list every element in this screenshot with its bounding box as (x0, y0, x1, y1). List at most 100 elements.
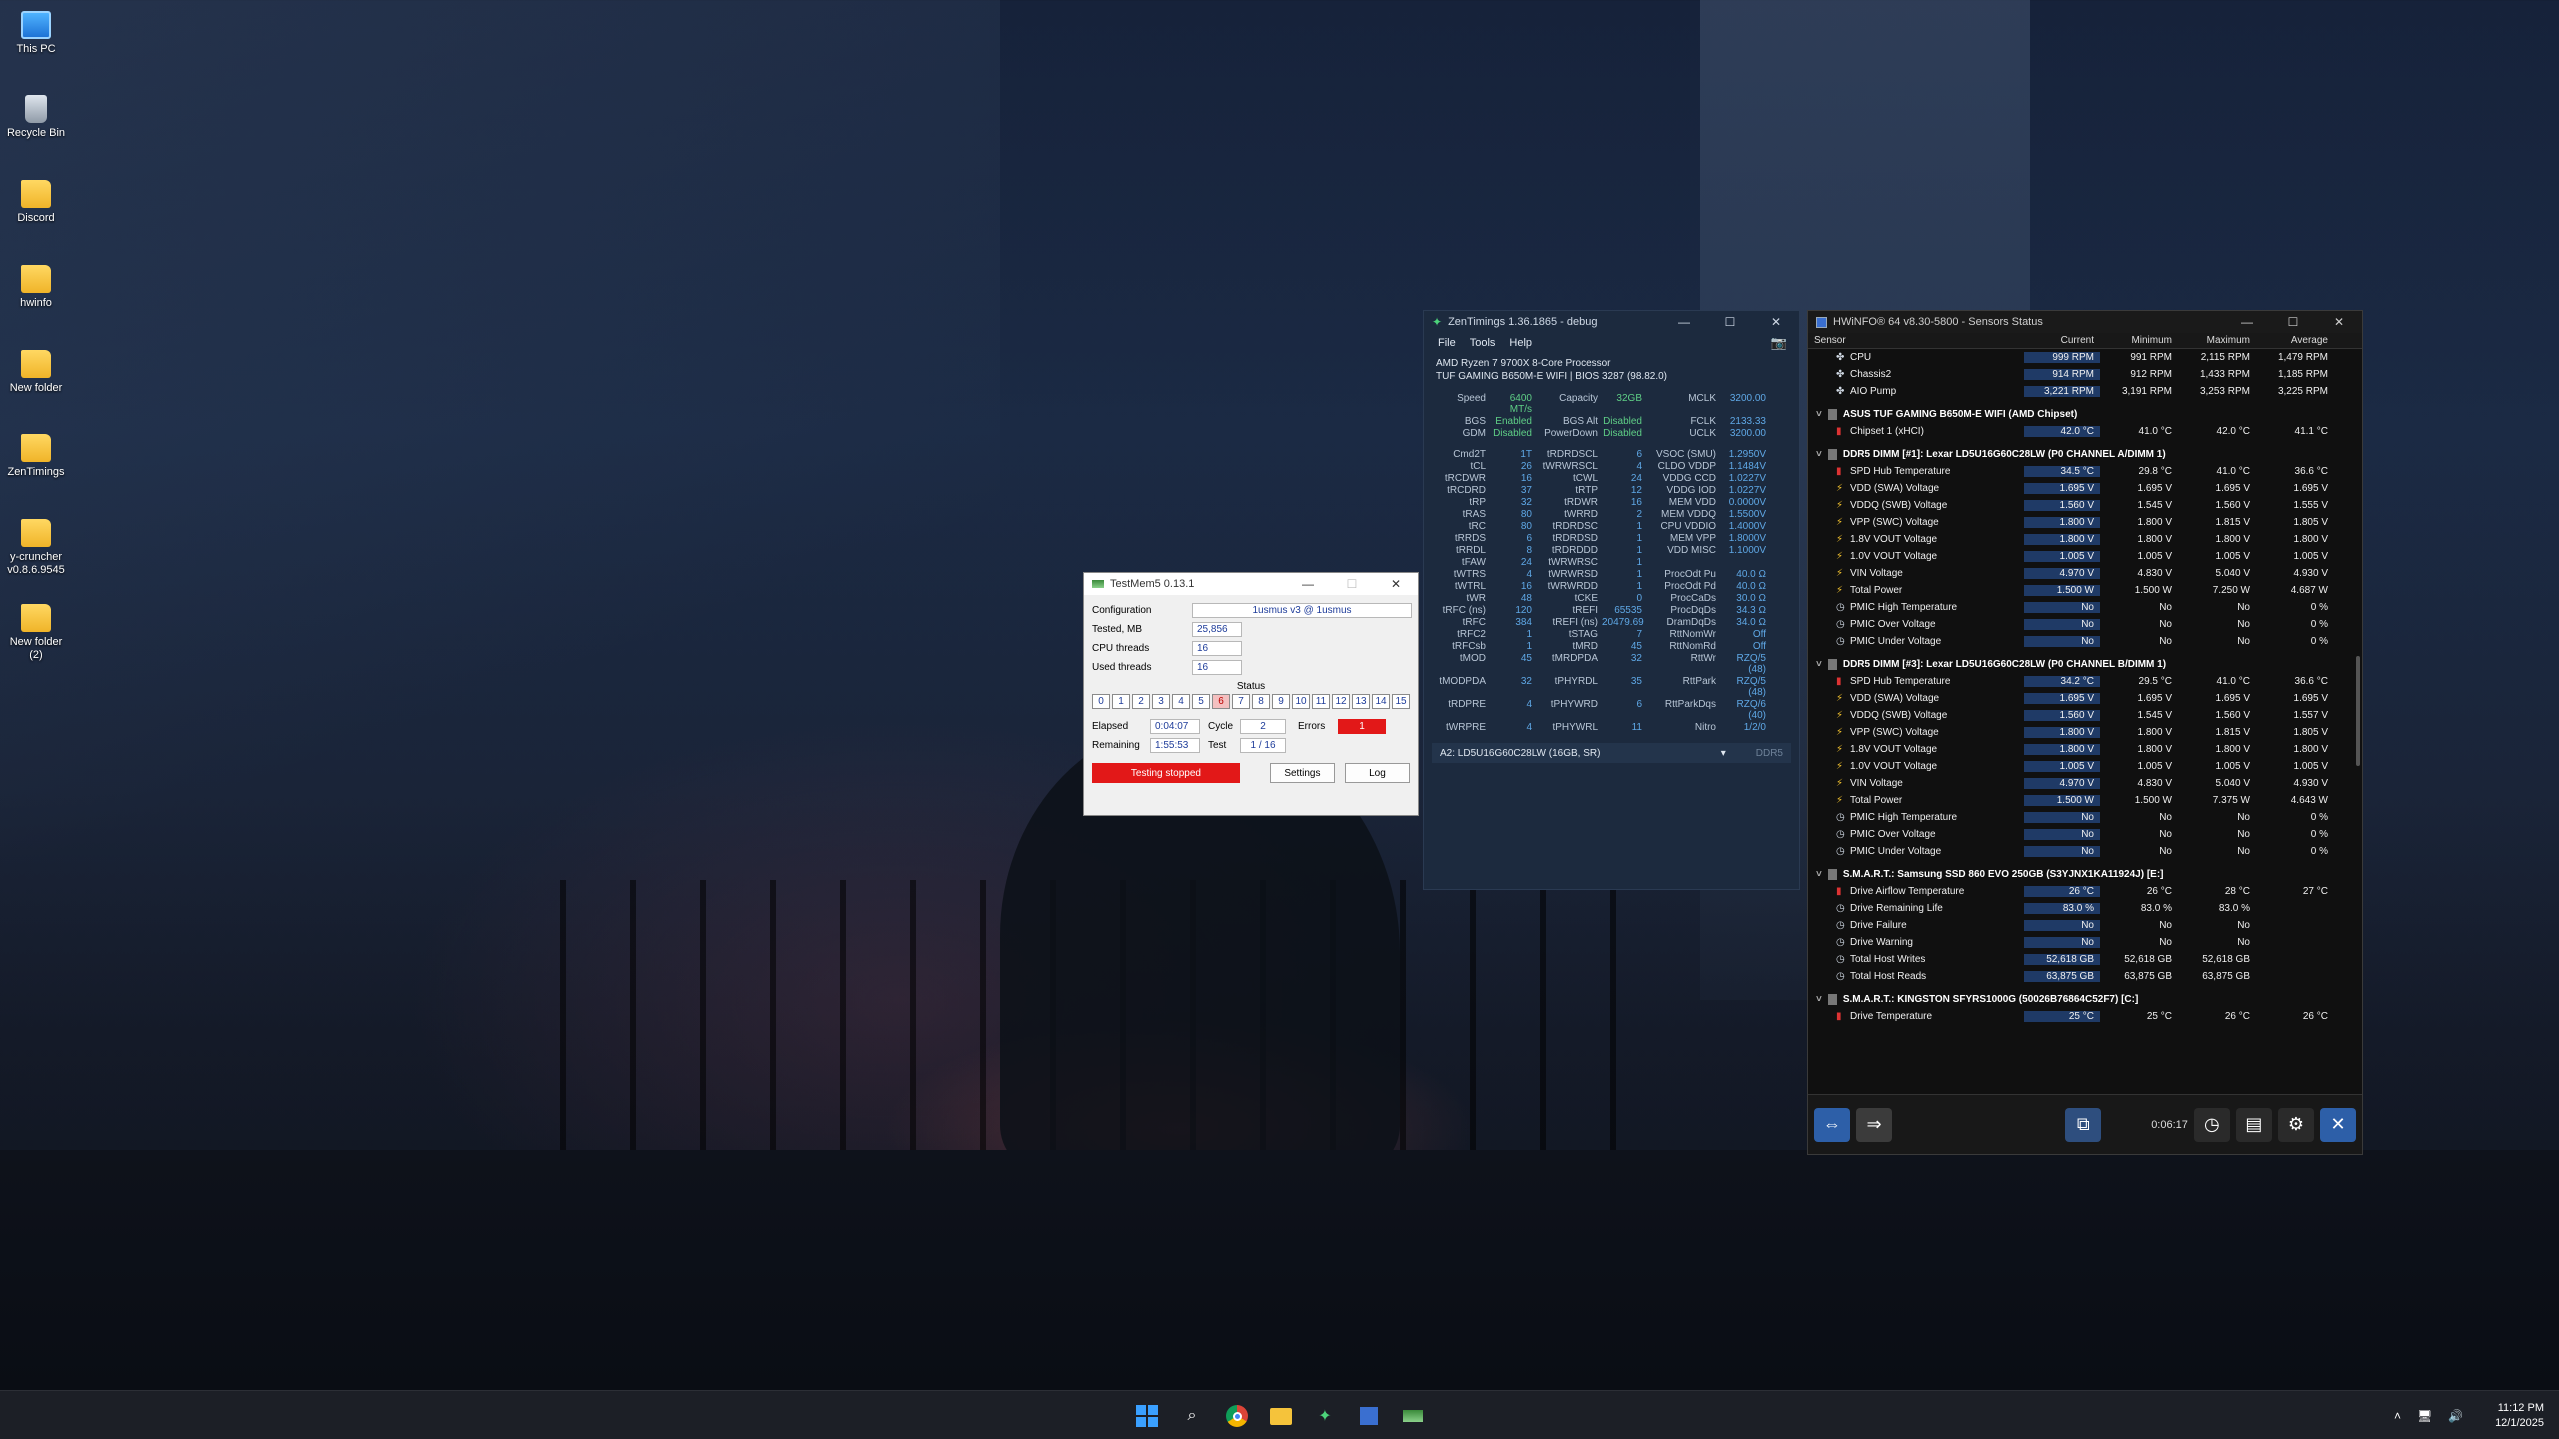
search-icon[interactable]: ⌕ (1177, 1401, 1207, 1431)
report-icon[interactable]: ▤ (2235, 1107, 2272, 1142)
desktop-icon[interactable]: Recycle Bin (4, 95, 68, 140)
desktop-icon[interactable]: y-cruncher v0.8.6.9545 (4, 519, 68, 577)
sensor-row[interactable]: ⚡ VIN Voltage 4.970 V 4.830 V 5.040 V 4.930 V (1808, 775, 2362, 792)
column-sensor[interactable]: Sensor (1808, 335, 2024, 346)
sensor-row[interactable]: ▮ Chipset 1 (xHCI) 42.0 °C 41.0 °C 42.0 °C 41… (1808, 423, 2362, 440)
sensor-row[interactable]: ⚡ VDDQ (SWB) Voltage 1.560 V 1.545 V 1.560 V… (1808, 497, 2362, 514)
sensor-row[interactable]: ◷ PMIC Under Voltage No No No 0 % (1808, 633, 2362, 650)
sensor-row[interactable]: ▮ SPD Hub Temperature 34.5 °C 29.8 °C 41.0 °… (1808, 463, 2362, 480)
sensor-row[interactable]: ◷ Drive Warning No No No (1808, 934, 2362, 951)
sensor-cur: 1.560 V (2024, 710, 2100, 721)
sensor-row[interactable]: ⚡ VIN Voltage 4.970 V 4.830 V 5.040 V 4.930 V (1808, 565, 2362, 582)
maximize-button[interactable]: ☐ (2270, 311, 2316, 333)
sensor-row[interactable]: ◷ Total Host Reads 63,875 GB 63,875 GB 63,87… (1808, 968, 2362, 985)
sensor-row[interactable]: ✤ CPU 999 RPM 991 RPM 2,115 RPM 1,479 RPM (1808, 349, 2362, 366)
sensor-row[interactable]: ⚡ 1.8V VOUT Voltage 1.800 V 1.800 V 1.800 V 1… (1808, 741, 2362, 758)
zentimings-titlebar[interactable]: ✦ ZenTimings 1.36.1865 - debug — ☐ ✕ (1424, 311, 1799, 333)
sensor-row[interactable]: ▮ Drive Temperature 25 °C 25 °C 26 °C 26 °C (1808, 1008, 2362, 1025)
minimize-button[interactable]: — (1661, 311, 1707, 333)
close-x-icon[interactable]: ✕ (2319, 1107, 2357, 1142)
chevron-down-icon[interactable]: ˅ (1816, 659, 1822, 670)
menu-file[interactable]: File (1438, 337, 1456, 349)
chevron-down-icon[interactable]: ˅ (1816, 449, 1822, 460)
sensor-row[interactable]: ▮ Drive Airflow Temperature 26 °C 26 °C 28 °… (1808, 883, 2362, 900)
maximize-button[interactable]: ☐ (1707, 311, 1753, 333)
sensor-row[interactable]: ◷ PMIC High Temperature No No No 0 % (1808, 809, 2362, 826)
sensor-row[interactable]: ⚡ VPP (SWC) Voltage 1.800 V 1.800 V 1.815 V 1… (1808, 514, 2362, 531)
chevron-down-icon[interactable]: ˅ (1816, 409, 1822, 420)
volume-icon[interactable]: 🔊 (2448, 1409, 2463, 1423)
sensor-row[interactable]: ✤ Chassis2 914 RPM 912 RPM 1,433 RPM 1,185 RP… (1808, 366, 2362, 383)
minimize-button[interactable]: — (2224, 311, 2270, 333)
sensor-group-header[interactable]: ˅ S.M.A.R.T.: Samsung SSD 860 EVO 250GB (… (1808, 866, 2362, 883)
column-maximum[interactable]: Maximum (2178, 335, 2256, 346)
chevron-up-icon[interactable]: ˄ (2394, 1409, 2401, 1423)
dimm-select[interactable]: A2: LD5U16G60C28LW (16GB, SR) ▾ DDR5 (1432, 743, 1791, 763)
camera-icon[interactable]: 📷 (1771, 335, 1787, 351)
sensor-row[interactable]: ◷ PMIC Under Voltage No No No 0 % (1808, 843, 2362, 860)
sensor-row[interactable]: ◷ Total Host Writes 52,618 GB 52,618 GB 52,6… (1808, 951, 2362, 968)
scrollbar[interactable] (2356, 656, 2360, 766)
sensor-row[interactable]: ◷ Drive Failure No No No (1808, 917, 2362, 934)
menu-tools[interactable]: Tools (1470, 337, 1496, 349)
sensor-row[interactable]: ▮ SPD Hub Temperature 34.2 °C 29.5 °C 41.0 °… (1808, 673, 2362, 690)
hwinfo-titlebar[interactable]: HWiNFO® 64 v8.30-5800 - Sensors Status —… (1808, 311, 2362, 333)
settings-button[interactable]: Settings (1269, 763, 1335, 783)
sensor-row[interactable]: ◷ PMIC Over Voltage No No No 0 % (1808, 616, 2362, 633)
desktop-icon[interactable]: hwinfo (4, 264, 68, 310)
sensor-row[interactable]: ⚡ 1.8V VOUT Voltage 1.800 V 1.800 V 1.800 V 1… (1808, 531, 2362, 548)
chrome-icon[interactable] (1222, 1401, 1252, 1431)
maximize-button[interactable]: ☐ (1330, 573, 1374, 595)
desktop-icon[interactable]: ZenTimings (4, 434, 68, 479)
sensor-row[interactable]: ⚡ VDDQ (SWB) Voltage 1.560 V 1.545 V 1.560 V… (1808, 707, 2362, 724)
sensor-group-header[interactable]: ˅ DDR5 DIMM [#1]: Lexar LD5U16G60C28LW (P… (1808, 446, 2362, 463)
sensor-row[interactable]: ◷ Drive Remaining Life 83.0 % 83.0 % 83.0 % (1808, 900, 2362, 917)
minimize-button[interactable]: — (1286, 573, 1330, 595)
testmem5-titlebar[interactable]: TestMem5 0.13.1 — ☐ ✕ (1084, 573, 1418, 595)
sensor-row[interactable]: ◷ PMIC Over Voltage No No No 0 % (1808, 826, 2362, 843)
timing-label: ProcOdt Pu (1664, 569, 1716, 580)
sensor-row[interactable]: ⚡ VPP (SWC) Voltage 1.800 V 1.800 V 1.815 V 1… (1808, 724, 2362, 741)
start-icon[interactable] (1132, 1401, 1162, 1431)
testing-stopped-button[interactable]: Testing stopped (1092, 763, 1240, 783)
timing-label: tCKE (1574, 593, 1598, 604)
network-status-icon[interactable]: 🖥 (2417, 1409, 2432, 1423)
chevron-down-icon[interactable]: ˅ (1816, 869, 1822, 880)
desktop-icon[interactable]: This PC (4, 10, 68, 56)
sensor-row[interactable]: ⚡ 1.0V VOUT Voltage 1.005 V 1.005 V 1.005 V 1… (1808, 548, 2362, 565)
sensor-row[interactable]: ⚡ Total Power 1.500 W 1.500 W 7.375 W 4.643 W (1808, 792, 2362, 809)
sensor-group-header[interactable]: ˅ DDR5 DIMM [#3]: Lexar LD5U16G60C28LW (P… (1808, 656, 2362, 673)
arrows-expand-icon[interactable]: ⇔ (1814, 1107, 1851, 1142)
clock-icon[interactable]: ◷ (2193, 1107, 2230, 1142)
chevron-down-icon[interactable]: ˅ (1816, 994, 1822, 1005)
settings-gear-icon[interactable]: ⚙ (2277, 1107, 2314, 1142)
desktop-icon[interactable]: Discord (4, 180, 68, 225)
close-button[interactable]: ✕ (1374, 573, 1418, 595)
hwinfo-taskbar-icon[interactable] (1354, 1401, 1384, 1431)
menu-help[interactable]: Help (1509, 337, 1532, 349)
sensor-row[interactable]: ⚡ 1.0V VOUT Voltage 1.005 V 1.005 V 1.005 V 1… (1808, 758, 2362, 775)
zentimings-taskbar-icon[interactable]: ✦ (1310, 1401, 1340, 1431)
sensor-row[interactable]: ⚡ Total Power 1.500 W 1.500 W 7.250 W 4.687 W (1808, 582, 2362, 599)
configuration-field[interactable]: 1usmus v3 @ 1usmus (1192, 603, 1412, 618)
column-minimum[interactable]: Minimum (2100, 335, 2178, 346)
desktop-icon[interactable]: New folder (4, 349, 68, 395)
sensor-max: 28 °C (2224, 886, 2250, 897)
testmem5-taskbar-icon[interactable] (1398, 1401, 1428, 1431)
arrows-collapse-icon[interactable]: ⇒ (1856, 1107, 1893, 1142)
clock[interactable]: 11:12 PM 12/1/2025 (2478, 1391, 2544, 1439)
file-explorer-icon[interactable] (1266, 1401, 1296, 1431)
sensor-group-header[interactable]: ˅ S.M.A.R.T.: KINGSTON SFYRS1000G (50026B… (1808, 991, 2362, 1008)
close-button[interactable]: ✕ (1753, 311, 1799, 333)
close-button[interactable]: ✕ (2316, 311, 2362, 333)
network-icon[interactable]: ⧉ (2065, 1107, 2102, 1142)
sensor-row[interactable]: ⚡ VDD (SWA) Voltage 1.695 V 1.695 V 1.695 V 1… (1808, 480, 2362, 497)
sensor-row[interactable]: ✤ AIO Pump 3,221 RPM 3,191 RPM 3,253 RPM 3,22… (1808, 383, 2362, 400)
sensor-group-header[interactable]: ˅ ASUS TUF GAMING B650M-E WIFI (AMD Chips… (1808, 406, 2362, 423)
log-button[interactable]: Log (1344, 763, 1411, 783)
sensor-row[interactable]: ⚡ VDD (SWA) Voltage 1.695 V 1.695 V 1.695 V 1… (1808, 690, 2362, 707)
sensor-row[interactable]: ◷ PMIC High Temperature No No No 0 % (1808, 599, 2362, 616)
desktop-icon[interactable]: New folder (2) (4, 603, 68, 662)
column-current[interactable]: Current (2024, 335, 2100, 346)
column-average[interactable]: Average (2256, 335, 2334, 346)
